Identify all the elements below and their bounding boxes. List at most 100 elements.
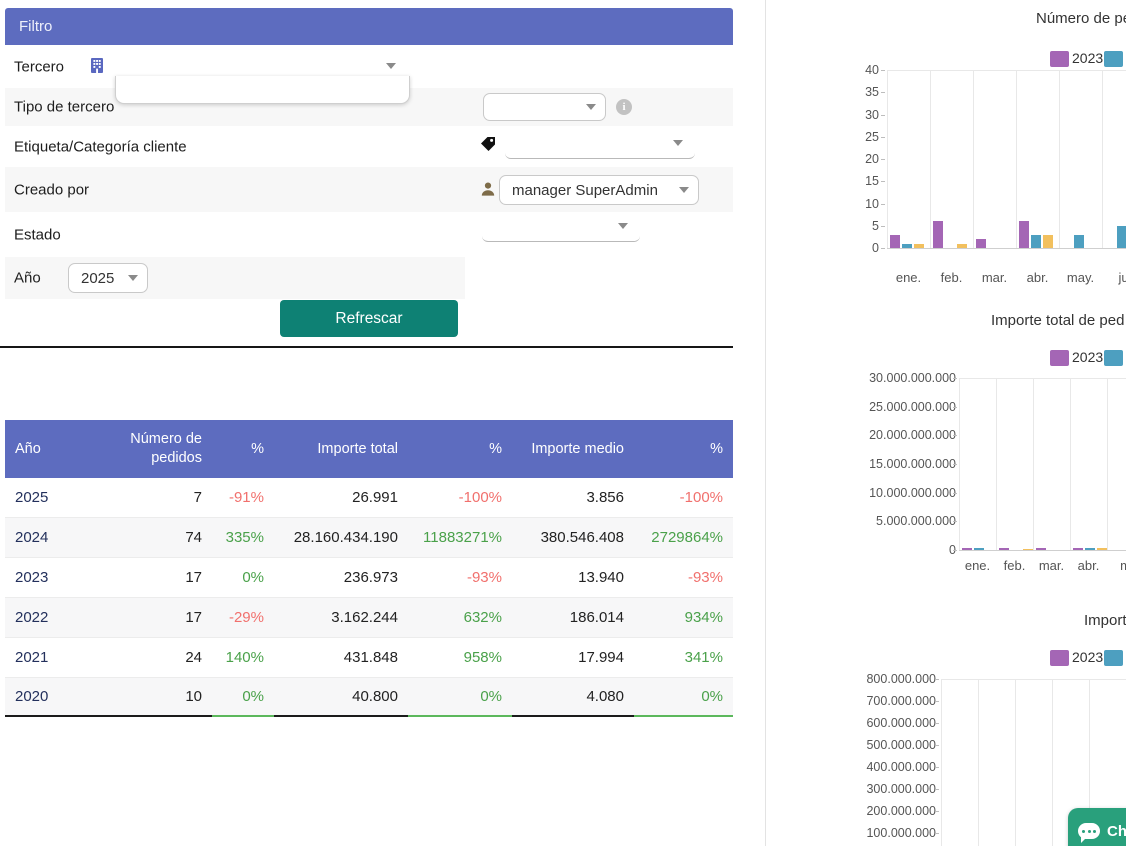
- table-cell: 40.800: [274, 678, 408, 717]
- y-axis-tick: [953, 521, 957, 522]
- bar-2024: [1074, 235, 1084, 248]
- gridline: [930, 70, 931, 248]
- y-axis-tick: [881, 115, 885, 116]
- table-header-row: AñoNúmero de pedidos%Importe total%Impor…: [5, 420, 733, 478]
- y-axis-label: 20.000.000.000: [806, 428, 956, 442]
- chat-bubble-icon: [1078, 823, 1100, 839]
- info-icon[interactable]: i: [616, 99, 632, 115]
- legend-label: 2023: [1072, 349, 1103, 365]
- bar-2023: [999, 548, 1009, 550]
- y-axis-tick: [953, 550, 957, 551]
- legend-swatch: [1050, 650, 1069, 666]
- year-link[interactable]: 2025: [5, 478, 105, 517]
- estado-combobox[interactable]: [482, 215, 640, 242]
- legend-swatch: [1104, 650, 1123, 666]
- x-axis-label: abr.: [1016, 270, 1060, 285]
- x-axis-line: [959, 550, 1126, 551]
- table-cell: 236.973: [274, 558, 408, 597]
- gridline: [959, 378, 960, 550]
- tercero-label: Tercero: [14, 58, 64, 75]
- chart-title: Import: [1084, 612, 1126, 629]
- y-axis-tick: [935, 833, 939, 834]
- year-link[interactable]: 2024: [5, 518, 105, 557]
- table-cell: 140%: [212, 638, 274, 677]
- user-icon: [481, 182, 495, 201]
- table-cell: 0%: [212, 678, 274, 717]
- y-axis-tick: [881, 70, 885, 71]
- x-axis-label: m: [1104, 558, 1126, 573]
- year-link[interactable]: 2023: [5, 558, 105, 597]
- stats-table: AñoNúmero de pedidos%Importe total%Impor…: [5, 420, 733, 717]
- year-link[interactable]: 2022: [5, 598, 105, 637]
- y-axis-label: 300.000.000: [786, 782, 936, 796]
- chart-title: Número de pe: [1036, 10, 1126, 27]
- y-axis-tick: [935, 789, 939, 790]
- y-axis-label: 35: [765, 85, 879, 99]
- legend-swatch: [1104, 350, 1123, 366]
- bar-2025: [914, 244, 924, 248]
- filter-row-estado: Estado: [5, 212, 733, 257]
- building-icon: [91, 58, 103, 78]
- y-axis-label: 0: [765, 241, 879, 255]
- x-axis-label: feb.: [930, 270, 974, 285]
- anio-select[interactable]: 2025: [68, 263, 148, 293]
- gridline: [996, 378, 997, 550]
- bar-2024: [974, 548, 984, 550]
- creado-por-select[interactable]: manager SuperAdmin: [499, 175, 699, 205]
- gridline: [1059, 70, 1060, 248]
- chart-title: Importe total de ped: [991, 312, 1124, 329]
- gridline: [1107, 378, 1108, 550]
- table-cell: 24: [105, 638, 212, 677]
- tipo-tercero-select[interactable]: [483, 93, 606, 121]
- anio-label: Año: [14, 270, 41, 287]
- year-link[interactable]: 2021: [5, 638, 105, 677]
- gridline: [978, 679, 979, 846]
- gridline: [941, 679, 1126, 680]
- bar-2023: [962, 548, 972, 550]
- table-cell: 341%: [634, 638, 733, 677]
- y-axis-label: 0: [806, 543, 956, 557]
- table-cell: -93%: [634, 558, 733, 597]
- gridline: [1052, 679, 1053, 846]
- table-cell: 26.991: [274, 478, 408, 517]
- y-axis-label: 15.000.000.000: [806, 457, 956, 471]
- y-axis-tick: [935, 811, 939, 812]
- y-axis-tick: [935, 745, 939, 746]
- y-axis-label: 100.000.000: [786, 826, 936, 840]
- chat-button[interactable]: Cha: [1068, 808, 1126, 846]
- y-axis-label: 25.000.000.000: [806, 400, 956, 414]
- legend-label: 2023: [1072, 50, 1103, 66]
- refresh-button[interactable]: Refrescar: [280, 300, 458, 337]
- gridline: [1016, 70, 1017, 248]
- y-axis-label: 700.000.000: [786, 694, 936, 708]
- y-axis-label: 800.000.000: [786, 672, 936, 686]
- gridline: [1070, 378, 1071, 550]
- table-cell: 10: [105, 678, 212, 717]
- x-axis-label: ene.: [887, 270, 931, 285]
- table-cell: 4.080: [512, 678, 634, 717]
- tipo-tercero-label: Tipo de tercero: [14, 99, 114, 116]
- gridline: [973, 70, 974, 248]
- y-axis-tick: [953, 378, 957, 379]
- table-cell: -91%: [212, 478, 274, 517]
- column-header: Número de pedidos: [105, 420, 212, 478]
- tercero-combobox-caret[interactable]: [386, 63, 396, 69]
- bar-2024: [1085, 548, 1095, 550]
- etiqueta-combobox[interactable]: [505, 132, 695, 159]
- table-cell: 335%: [212, 518, 274, 557]
- tercero-combobox[interactable]: [115, 76, 410, 104]
- table-row: 20257-91%26.991-100%3.856-100%: [5, 478, 733, 518]
- year-link[interactable]: 2020: [5, 678, 105, 717]
- y-axis-label: 30.000.000.000: [806, 371, 956, 385]
- table-cell: 0%: [408, 678, 512, 717]
- y-axis-tick: [881, 181, 885, 182]
- y-axis-tick: [881, 204, 885, 205]
- bar-2024: [1117, 226, 1126, 248]
- y-axis-tick: [935, 723, 939, 724]
- table-cell: 17: [105, 558, 212, 597]
- y-axis-tick: [953, 435, 957, 436]
- bar-2023: [890, 235, 900, 248]
- y-axis-label: 400.000.000: [786, 760, 936, 774]
- x-axis-label: may.: [1059, 270, 1103, 285]
- creado-por-value: manager SuperAdmin: [512, 182, 658, 199]
